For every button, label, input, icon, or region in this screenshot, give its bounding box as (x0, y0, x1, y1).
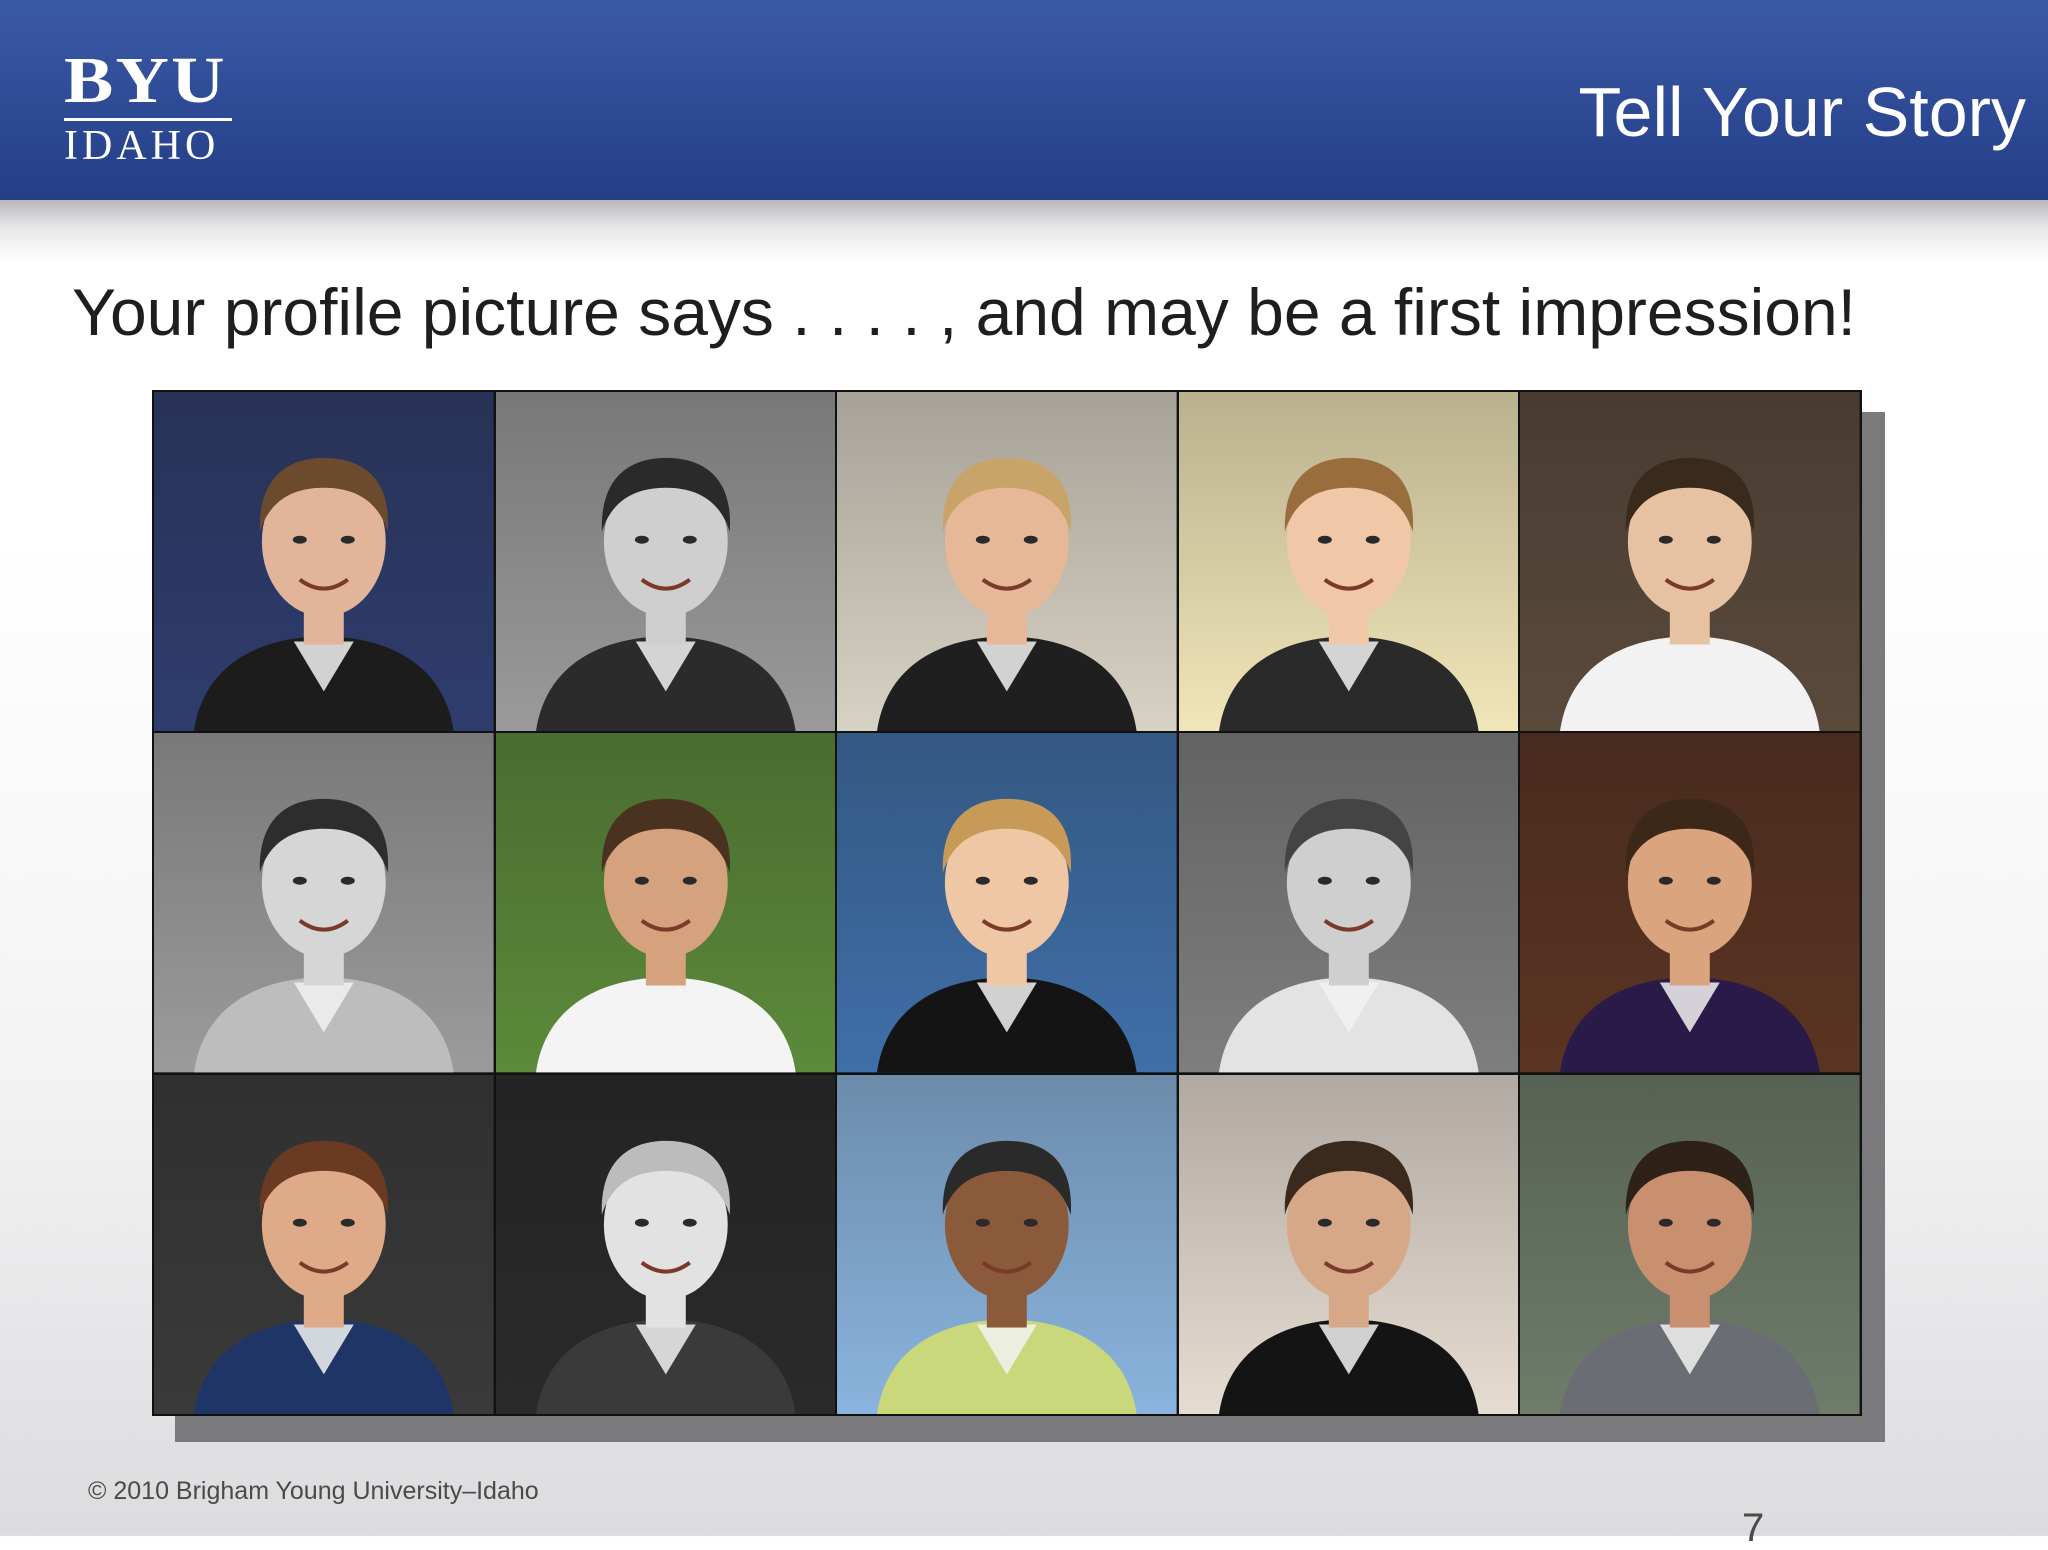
logo-idaho-text: IDAHO (64, 123, 220, 169)
photo-man-flag-backdrop (154, 392, 494, 732)
portrait-illustration (1178, 392, 1519, 732)
photo-man-blue-suit (154, 1074, 494, 1414)
portrait-illustration (1520, 1074, 1860, 1414)
photo-grid (152, 390, 1862, 1416)
portrait-illustration (837, 392, 1177, 732)
photo-man-glasses-smiling (837, 392, 1177, 732)
byu-idaho-logo: BYU IDAHO (64, 48, 244, 169)
portrait-illustration (1178, 733, 1519, 1073)
photo-couple-kiss-bw (154, 733, 494, 1073)
portrait-illustration (154, 733, 494, 1073)
photo-man-closeup-stubble (1520, 1074, 1860, 1414)
portrait-illustration (495, 392, 836, 732)
copyright-footer: © 2010 Brigham Young University–Idaho (88, 1477, 539, 1505)
photo-missionaries-handshake (495, 733, 836, 1073)
photo-man-mountain-arms-raised (837, 1074, 1177, 1414)
photo-cheerleader-pompoms (837, 733, 1177, 1073)
portrait-illustration (495, 1074, 836, 1414)
page-number: 7 (1742, 1506, 1765, 1550)
header-shadow (0, 200, 2048, 260)
portrait-illustration (1520, 733, 1860, 1073)
portrait-illustration (1520, 392, 1860, 732)
photo-man-restaurant (1520, 733, 1860, 1073)
photo-man-suit-bw (495, 392, 836, 732)
photo-woman-blonde-bw (495, 1074, 836, 1414)
portrait-illustration (154, 1074, 494, 1414)
slide-header: BYU IDAHO Tell Your Story (0, 0, 2048, 200)
photo-couple-field-bw (1178, 733, 1519, 1073)
photo-man-with-elephant (1520, 392, 1860, 732)
slide-title: Tell Your Story (1578, 73, 2026, 151)
portrait-illustration (1178, 1074, 1519, 1414)
logo-byu-text: BYU (64, 44, 227, 117)
slide-subtitle: Your profile picture says . . . . , and … (72, 275, 1856, 349)
photo-woman-long-hair (1178, 392, 1519, 732)
portrait-illustration (154, 392, 494, 732)
logo-divider (64, 118, 232, 121)
portrait-illustration (495, 733, 836, 1073)
portrait-illustration (837, 733, 1177, 1073)
portrait-illustration (837, 1074, 1177, 1414)
photo-man-bow-tie (1178, 1074, 1519, 1414)
